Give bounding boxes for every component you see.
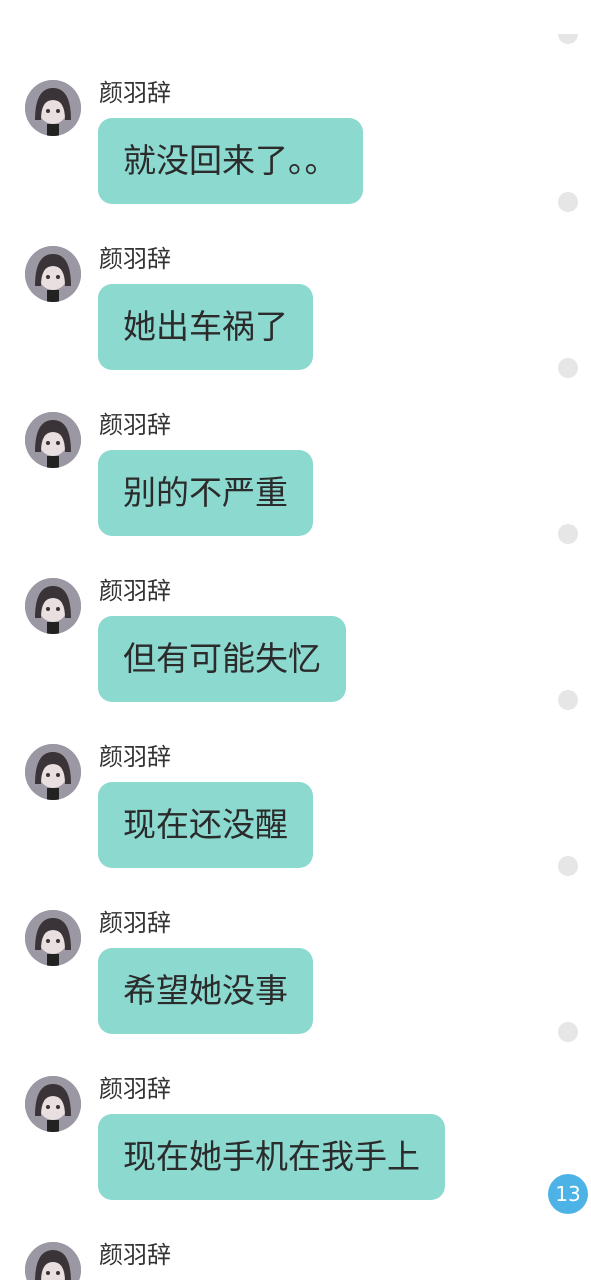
chat-message: 颜羽辞 她出车祸了 bbox=[0, 246, 591, 412]
avatar-image bbox=[25, 246, 81, 302]
message-bubble[interactable]: 她出车祸了 bbox=[98, 284, 313, 370]
avatar[interactable] bbox=[25, 246, 81, 302]
chat-message: 颜羽辞 现在她手机在我手上 bbox=[0, 1076, 591, 1242]
read-status-dot bbox=[558, 358, 578, 378]
chat-message: 颜羽辞 现在还没醒 bbox=[0, 744, 591, 910]
avatar-image bbox=[25, 578, 81, 634]
chat-message-list[interactable]: 颜羽辞 就没回来了。。 颜羽辞 她出车祸了 颜羽辞 别的不严重 颜羽辞 但有可能… bbox=[0, 0, 591, 1280]
message-bubble[interactable]: 现在还没醒 bbox=[98, 782, 313, 868]
avatar[interactable] bbox=[25, 910, 81, 966]
sender-name: 颜羽辞 bbox=[99, 79, 171, 107]
avatar[interactable] bbox=[25, 744, 81, 800]
avatar[interactable] bbox=[25, 1242, 81, 1280]
avatar-image bbox=[25, 1076, 81, 1132]
avatar-image bbox=[25, 910, 81, 966]
avatar[interactable] bbox=[25, 578, 81, 634]
sender-name: 颜羽辞 bbox=[99, 909, 171, 937]
avatar-image bbox=[25, 412, 81, 468]
sender-name: 颜羽辞 bbox=[99, 411, 171, 439]
message-bubble[interactable]: 但有可能失忆 bbox=[98, 616, 346, 702]
read-status-dot bbox=[558, 34, 578, 44]
sender-name: 颜羽辞 bbox=[99, 577, 171, 605]
message-bubble[interactable]: 希望她没事 bbox=[98, 948, 313, 1034]
chat-message: 颜羽辞 但有可能失忆 bbox=[0, 578, 591, 744]
chat-message: 颜羽辞 bbox=[0, 1242, 591, 1280]
avatar-image bbox=[25, 80, 81, 136]
read-status-dot bbox=[558, 192, 578, 212]
avatar[interactable] bbox=[25, 412, 81, 468]
read-status-dot bbox=[558, 856, 578, 876]
read-status-dot bbox=[558, 1022, 578, 1042]
message-bubble[interactable]: 就没回来了。。 bbox=[98, 118, 363, 204]
sender-name: 颜羽辞 bbox=[99, 743, 171, 771]
avatar[interactable] bbox=[25, 80, 81, 136]
sender-name: 颜羽辞 bbox=[99, 1242, 171, 1269]
read-status-dot bbox=[558, 524, 578, 544]
read-status-dot bbox=[558, 690, 578, 710]
message-bubble[interactable]: 别的不严重 bbox=[98, 450, 313, 536]
avatar-image bbox=[25, 1242, 81, 1280]
sender-name: 颜羽辞 bbox=[99, 245, 171, 273]
chat-message: 颜羽辞 别的不严重 bbox=[0, 412, 591, 578]
avatar-image bbox=[25, 744, 81, 800]
sender-name: 颜羽辞 bbox=[99, 1075, 171, 1103]
message-bubble[interactable]: 现在她手机在我手上 bbox=[98, 1114, 445, 1200]
avatar[interactable] bbox=[25, 1076, 81, 1132]
unread-count-badge[interactable]: 13 bbox=[548, 1174, 588, 1214]
chat-message: 颜羽辞 希望她没事 bbox=[0, 910, 591, 1076]
chat-message: 颜羽辞 就没回来了。。 bbox=[0, 80, 591, 246]
